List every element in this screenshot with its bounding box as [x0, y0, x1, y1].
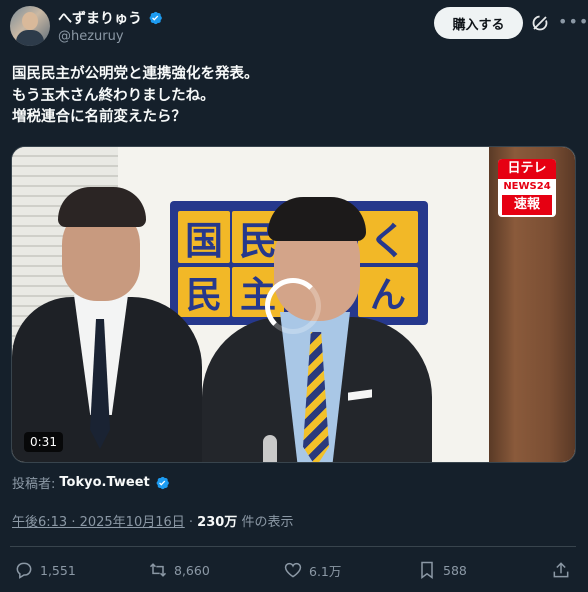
grok-icon[interactable]: [530, 13, 550, 33]
view-suffix: 件の表示: [237, 515, 294, 530]
poster-name[interactable]: Tokyo.Tweet: [59, 475, 149, 490]
repost-count: 8,660: [174, 562, 210, 578]
video-duration: 0:31: [24, 432, 63, 452]
author-name-row[interactable]: へずまりゅう: [58, 8, 163, 28]
repost-icon: [149, 563, 167, 577]
tweet-line-2: もう玉木さん終わりましたね。: [12, 87, 215, 104]
poster-label: 投稿者:: [12, 477, 56, 492]
verified-badge-icon: [156, 476, 169, 489]
banner-char: 国: [178, 211, 230, 263]
broadcaster-logo: 日テレ NEWS24 速報: [498, 159, 556, 217]
share-button[interactable]: [551, 560, 571, 580]
like-count: 6.1万: [309, 563, 342, 579]
reply-icon: [16, 562, 32, 579]
avatar[interactable]: [10, 6, 50, 46]
repost-button[interactable]: 8,660: [148, 560, 210, 580]
tweet-line-3: 増税連合に名前変えたら？: [12, 109, 186, 125]
reply-button[interactable]: 1,551: [14, 560, 76, 580]
loading-spinner-icon: [265, 278, 321, 334]
share-icon: [553, 562, 569, 578]
banner-char: く: [358, 211, 418, 263]
reply-count: 1,551: [40, 562, 76, 578]
verified-badge-icon: [149, 11, 162, 25]
video-player[interactable]: 国 民 く 民 主 ん 日テレ NEWS24 速報 0:31: [11, 146, 576, 463]
tweet-line-1: 国民民主が公明党と連携強化を発表。: [12, 66, 259, 82]
tweet-meta: 午後6:13 · 2025年10月16日 · 230万 件の表示: [12, 511, 293, 530]
like-button[interactable]: 6.1万: [283, 560, 341, 580]
tweet-text: 国民民主が公明党と連携強化を発表。 もう玉木さん終わりましたね。 増税連合に名前…: [12, 64, 259, 129]
microphone: [263, 435, 277, 462]
more-icon[interactable]: •••: [558, 12, 588, 32]
tweet-timestamp[interactable]: 午後6:13 · 2025年10月16日: [12, 515, 185, 530]
bookmark-button[interactable]: 588: [417, 560, 467, 580]
poster-attribution: 投稿者: Tokyo.Tweet: [12, 473, 170, 492]
banner-char: 民: [178, 267, 230, 317]
view-count: 230万: [197, 515, 238, 530]
bookmark-count: 588: [443, 562, 467, 578]
author-display-name[interactable]: へずまりゅう: [58, 8, 142, 28]
author-handle[interactable]: @hezuruy: [58, 29, 124, 44]
heart-icon: [284, 562, 302, 578]
buy-button[interactable]: 購入する: [434, 7, 523, 39]
banner-char: ん: [358, 267, 418, 317]
bookmark-icon: [421, 561, 433, 579]
divider: [10, 546, 576, 547]
meta-separator: ·: [184, 515, 198, 530]
